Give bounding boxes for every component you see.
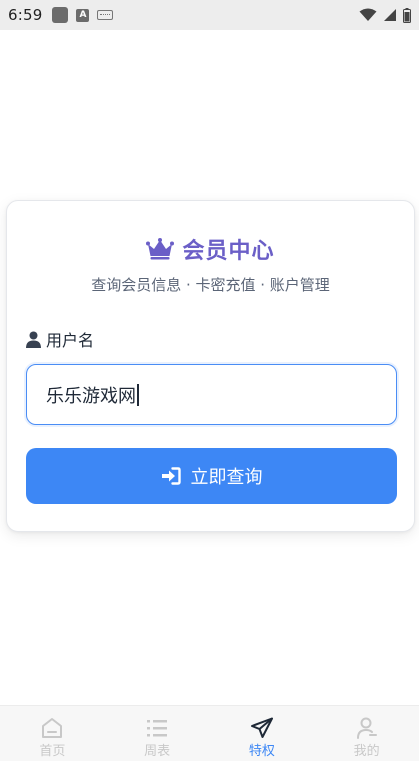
page-title: 会员中心 <box>182 239 275 264</box>
username-input-value: 乐乐游戏网 <box>46 385 136 407</box>
signal-icon <box>384 9 396 21</box>
keyboard-icon <box>97 10 114 20</box>
text-a-icon: A <box>76 8 90 22</box>
nav-label: 首页 <box>39 744 66 759</box>
nav-label: 我的 <box>353 744 380 759</box>
status-time: 6:59 <box>8 6 43 24</box>
notification-square-icon <box>52 7 69 23</box>
user-icon <box>26 331 41 348</box>
nav-item-home[interactable]: 首页 <box>0 706 105 761</box>
paper-plane-icon <box>250 717 273 738</box>
app-screen: 6:59 A 会员中心 查询会员信息 · 卡密充值 · 账户管理 用户名 乐乐游… <box>0 0 419 761</box>
nav-item-weekly[interactable]: 周表 <box>105 706 210 761</box>
card-subtitle: 查询会员信息 · 卡密充值 · 账户管理 <box>91 276 330 294</box>
status-right-icons <box>359 7 411 23</box>
nav-item-mine[interactable]: 我的 <box>314 706 419 761</box>
username-input[interactable]: 乐乐游戏网 <box>26 364 397 425</box>
battery-icon <box>403 7 411 23</box>
nav-label: 周表 <box>144 744 171 759</box>
query-button[interactable]: 立即查询 <box>26 448 397 504</box>
nav-label: 特权 <box>248 744 275 759</box>
username-label: 用户名 <box>46 331 95 350</box>
username-label-row: 用户名 <box>26 327 94 351</box>
text-caret <box>137 383 139 406</box>
profile-icon <box>356 717 377 739</box>
home-icon <box>42 718 63 738</box>
status-left-icons: A <box>52 7 114 23</box>
nav-item-privilege[interactable]: 特权 <box>210 706 315 761</box>
query-button-label: 立即查询 <box>190 467 263 488</box>
crown-icon <box>146 238 175 260</box>
wifi-icon <box>359 8 377 21</box>
list-icon <box>147 720 168 737</box>
card-title-row: 会员中心 <box>7 233 414 265</box>
bottom-nav: 首页 周表 特权 我的 <box>0 705 419 761</box>
member-center-card: 会员中心 查询会员信息 · 卡密充值 · 账户管理 用户名 乐乐游戏网 立即查询 <box>6 200 415 532</box>
login-arrow-icon <box>161 467 181 485</box>
status-bar: 6:59 A <box>0 0 419 30</box>
